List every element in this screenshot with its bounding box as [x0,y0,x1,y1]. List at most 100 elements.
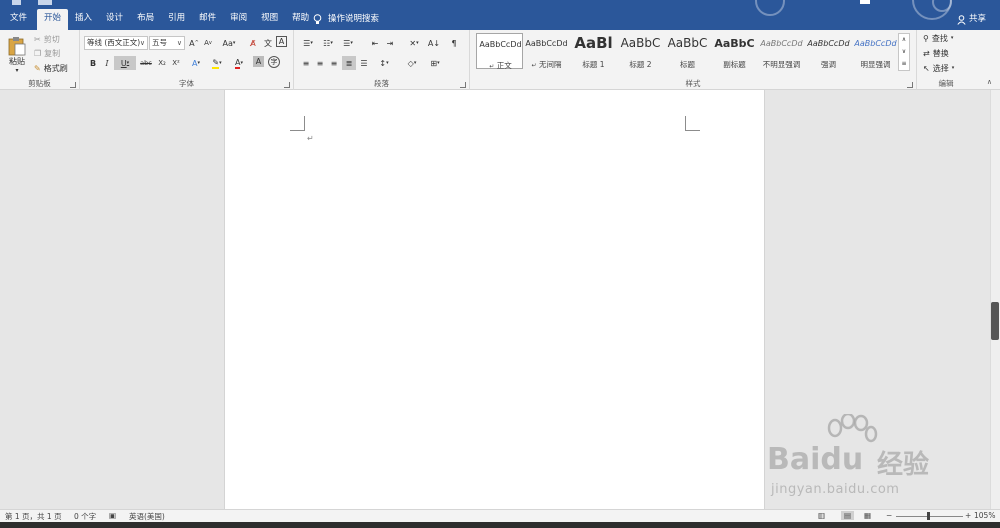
more-styles-icon[interactable]: ≡ [899,58,909,70]
document-workspace: ↵ [0,90,1000,509]
style-intense-emphasis[interactable]: AaBbCcDd 明显强调 [852,33,899,69]
distributed-icon[interactable]: ☰ [357,56,371,70]
align-left-icon[interactable]: ≡ [299,56,313,70]
chevron-down-icon[interactable]: ∨ [899,46,909,58]
change-case-button[interactable]: Aa ▾ [219,36,239,50]
style-heading-1[interactable]: AaBl 标题 1 [570,33,617,69]
phonetic-guide-icon[interactable]: 文 [261,36,275,50]
print-layout-icon[interactable]: ▤ [841,511,855,520]
word-count[interactable]: 0 个字 [74,511,96,522]
align-right-icon[interactable]: ≡ [327,56,341,70]
clear-formatting-icon[interactable]: A̸ [246,36,260,50]
chevron-down-icon: ▾ [951,65,955,71]
font-color-icon[interactable]: A ▾ [230,56,248,70]
tell-me-label: 操作说明搜索 [328,14,380,24]
zoom-out-button[interactable]: − [886,511,892,520]
style-title[interactable]: AaBbC 标题 [664,33,711,69]
undo-icon[interactable] [38,0,52,5]
tab-file[interactable]: 文件 [0,9,37,30]
italic-button[interactable]: I [100,56,114,70]
cut-button[interactable]: ✂ 剪切 [34,33,60,45]
tab-mailings[interactable]: 邮件 [192,9,223,30]
bold-button[interactable]: B [86,56,100,70]
search-icon: ⚲ [923,33,929,43]
language-indicator[interactable]: 英语(美国) [129,511,165,522]
web-layout-icon[interactable]: ▦ [864,511,871,520]
style-preview: AaBbCcDd [760,39,803,48]
save-icon[interactable] [12,0,21,5]
font-name-select[interactable]: 等线 (西文正文) ∨ [84,36,148,50]
style-normal[interactable]: AaBbCcDd ↵ 正文 [476,33,523,70]
align-center-icon[interactable]: ≡ [313,56,327,70]
highlight-color-icon[interactable]: ✎ ▾ [208,56,226,70]
font-size-select[interactable]: 五号 ∨ [149,36,185,50]
document-page[interactable]: ↵ [224,90,765,509]
grow-font-button[interactable]: A ^ [187,36,201,50]
style-subtle-emphasis[interactable]: AaBbCcDd 不明显强调 [758,33,805,69]
paste-button[interactable]: 粘贴 ▾ [4,33,30,77]
collapse-ribbon-icon[interactable]: ∧ [987,78,992,86]
format-painter-button[interactable]: ✎ 格式刷 [34,62,68,74]
character-border-icon[interactable]: A [276,36,287,47]
styles-launcher-icon[interactable] [907,82,913,88]
tab-review[interactable]: 审阅 [223,9,254,30]
style-heading-2[interactable]: AaBbC 标题 2 [617,33,664,69]
borders-icon[interactable]: ⊞ ▾ [425,56,445,70]
replace-button[interactable]: ⇄ 替换 [923,47,949,59]
clipboard-launcher-icon[interactable] [70,82,76,88]
tab-insert[interactable]: 插入 [68,9,99,30]
multilevel-list-icon[interactable]: ☰ ▾ [339,36,357,50]
tab-layout[interactable]: 布局 [130,9,161,30]
find-button[interactable]: ⚲ 查找 ▾ [923,32,953,44]
tab-help[interactable]: 帮助 [285,9,316,30]
status-bar: 第 1 页，共 1 页 0 个字 ▣ 英语(美国) ▥ ▤ ▦ − + 105% [0,509,1000,522]
enclose-characters-icon[interactable]: 字 [268,56,280,68]
line-spacing-icon[interactable]: ↕ ▾ [374,56,394,70]
window-control-icon[interactable] [860,0,870,4]
zoom-level[interactable]: 105% [974,511,995,520]
style-no-spacing[interactable]: AaBbCcDd ↵ 无间隔 [523,33,570,69]
select-button[interactable]: ↖ 选择 ▾ [923,62,954,74]
strikethrough-button[interactable]: abc [138,56,154,70]
tab-view[interactable]: 视图 [254,9,285,30]
tell-me-search[interactable]: 操作说明搜索 [313,9,379,30]
copy-button[interactable]: ❐ 复制 [34,47,60,59]
share-button[interactable]: 共享 [957,9,986,30]
tab-references[interactable]: 引用 [161,9,192,30]
style-subtitle[interactable]: AaBbC 副标题 [711,33,758,69]
chinese-layout-icon[interactable]: ✕ ▾ [403,36,425,50]
bullets-icon[interactable]: ☰ ▾ [299,36,317,50]
chevron-up-icon[interactable]: ∧ [899,34,909,46]
zoom-slider-thumb[interactable] [927,512,930,520]
page-count[interactable]: 第 1 页，共 1 页 [5,511,62,522]
increase-indent-icon[interactable]: ⇥ [383,36,397,50]
clipboard-icon [8,37,26,56]
subscript-button[interactable]: X₂ [155,56,169,70]
vertical-scrollbar[interactable] [990,90,1000,509]
show-formatting-icon[interactable]: ¶ [447,36,461,50]
decrease-indent-icon[interactable]: ⇤ [368,36,382,50]
font-launcher-icon[interactable] [284,82,290,88]
share-label: 共享 [968,14,986,24]
read-mode-icon[interactable]: ▥ [818,511,825,520]
justify-icon[interactable]: ≣ [342,56,356,70]
superscript-button[interactable]: X² [169,56,183,70]
tab-home[interactable]: 开始 [37,9,69,30]
scrollbar-thumb[interactable] [991,302,999,340]
character-shading-icon[interactable]: A [253,56,264,67]
zoom-in-button[interactable]: + [965,511,971,520]
shading-icon[interactable]: ◇ ▾ [402,56,422,70]
numbering-icon[interactable]: ☷ ▾ [319,36,337,50]
shrink-font-button[interactable]: Av [201,36,215,50]
sort-icon[interactable]: A↓ [427,36,441,50]
styles-scroll[interactable]: ∧ ∨ ≡ [898,33,910,71]
underline-button[interactable]: U ▾ [114,56,136,70]
tab-design[interactable]: 设计 [99,9,130,30]
style-name: 副标题 [723,60,746,69]
style-name: 标题 2 [629,60,652,69]
style-preview: AaBbC [620,36,661,50]
text-effects-icon[interactable]: A ▾ [187,56,205,70]
proofing-icon[interactable]: ▣ [109,511,116,520]
paragraph-launcher-icon[interactable] [460,82,466,88]
style-emphasis[interactable]: AaBbCcDd 强调 [805,33,852,69]
